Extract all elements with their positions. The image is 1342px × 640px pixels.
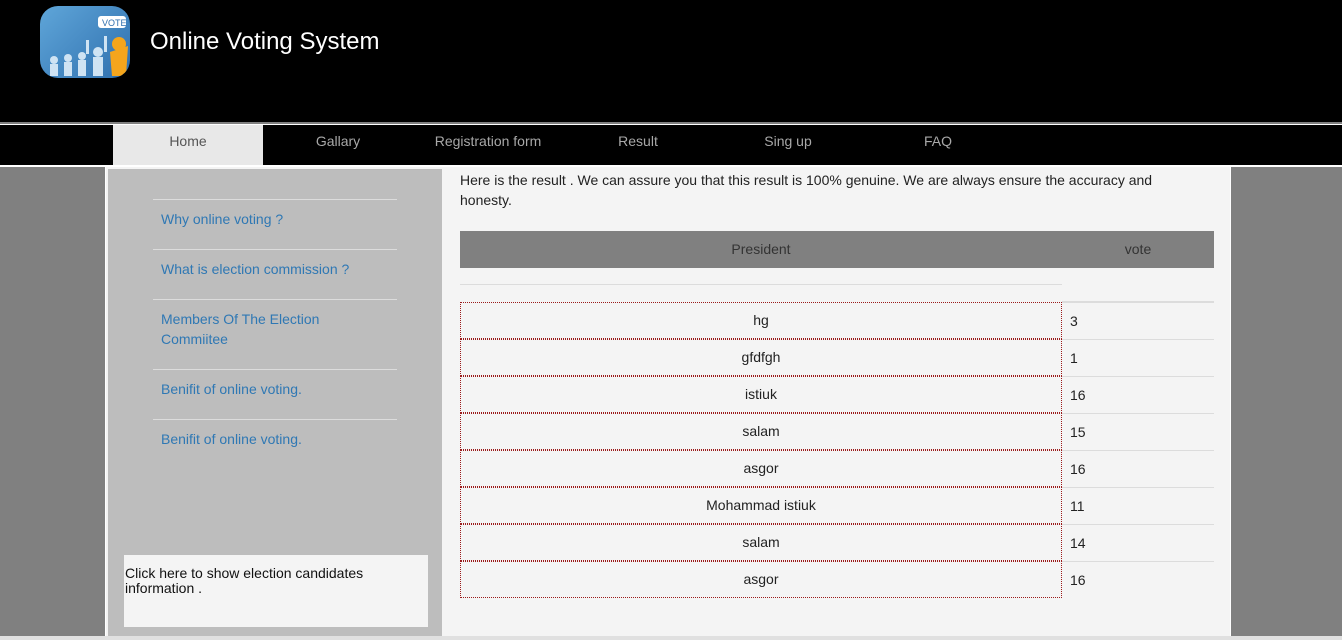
- header-president: President: [731, 241, 791, 257]
- nav-registration-form[interactable]: Registration form: [413, 125, 563, 165]
- vote-count: 16: [1062, 561, 1214, 598]
- vote-count: 14: [1062, 524, 1214, 561]
- vote-count: 16: [1062, 450, 1214, 487]
- candidate-name: hg: [460, 302, 1062, 339]
- sidebar-link-why-online-voting[interactable]: Why online voting ?: [153, 199, 397, 249]
- table-row: salam 14: [460, 524, 1214, 561]
- results-table: President vote hg 3 gfdfgh 1 istiuk 16 s…: [460, 231, 1214, 598]
- table-row: istiuk 16: [460, 376, 1214, 413]
- candidate-name: gfdfgh: [460, 339, 1062, 376]
- candidate-name: asgor: [460, 561, 1062, 598]
- sidebar: Why online voting ? What is election com…: [108, 169, 442, 637]
- vote-count: 15: [1062, 413, 1214, 450]
- nav-faq[interactable]: FAQ: [863, 125, 1013, 165]
- vote-count: 16: [1062, 376, 1214, 413]
- vote-count: 11: [1062, 487, 1214, 524]
- vote-logo-icon[interactable]: VOTE: [40, 6, 130, 78]
- nav-gallary[interactable]: Gallary: [263, 125, 413, 165]
- sidebar-link-benefit-2[interactable]: Benifit of online voting.: [153, 419, 397, 469]
- sidebar-links: Why online voting ? What is election com…: [153, 199, 397, 469]
- site-header: VOTE Online Voting System: [0, 0, 1342, 122]
- table-row: asgor 16: [460, 450, 1214, 487]
- candidate-name: salam: [460, 524, 1062, 561]
- table-row: gfdfgh 1: [460, 339, 1214, 376]
- sidebar-link-election-commission[interactable]: What is election commission ?: [153, 249, 397, 299]
- candidate-name: salam: [460, 413, 1062, 450]
- logo-badge: VOTE: [102, 18, 127, 28]
- footer-divider: [0, 636, 1342, 640]
- sidebar-link-committee-members[interactable]: Members Of The Election Commiitee: [153, 299, 397, 369]
- site-title: Online Voting System: [150, 28, 380, 55]
- vote-count: 3: [1062, 302, 1214, 339]
- table-row: asgor 16: [460, 561, 1214, 598]
- candidate-name: istiuk: [460, 376, 1062, 413]
- table-row: Mohammad istiuk 11: [460, 487, 1214, 524]
- nav-home[interactable]: Home: [113, 125, 263, 165]
- candidate-name: Mohammad istiuk: [460, 487, 1062, 524]
- nav-sign-up[interactable]: Sing up: [713, 125, 863, 165]
- candidate-name: asgor: [460, 450, 1062, 487]
- nav-result[interactable]: Result: [563, 125, 713, 165]
- table-row: hg 3: [460, 302, 1214, 339]
- vote-count: 1: [1062, 339, 1214, 376]
- table-blank-row: [460, 268, 1214, 302]
- table-row: salam 15: [460, 413, 1214, 450]
- sidebar-link-benefit-1[interactable]: Benifit of online voting.: [153, 369, 397, 419]
- header-vote: vote: [1124, 241, 1152, 257]
- main-nav: Home Gallary Registration form Result Si…: [0, 125, 1342, 165]
- content-area: Why online voting ? What is election com…: [105, 167, 1231, 637]
- candidates-info-box[interactable]: Click here to show election candidates i…: [124, 555, 428, 627]
- result-intro: Here is the result . We can assure you t…: [460, 172, 1153, 208]
- table-header: President vote: [460, 231, 1214, 268]
